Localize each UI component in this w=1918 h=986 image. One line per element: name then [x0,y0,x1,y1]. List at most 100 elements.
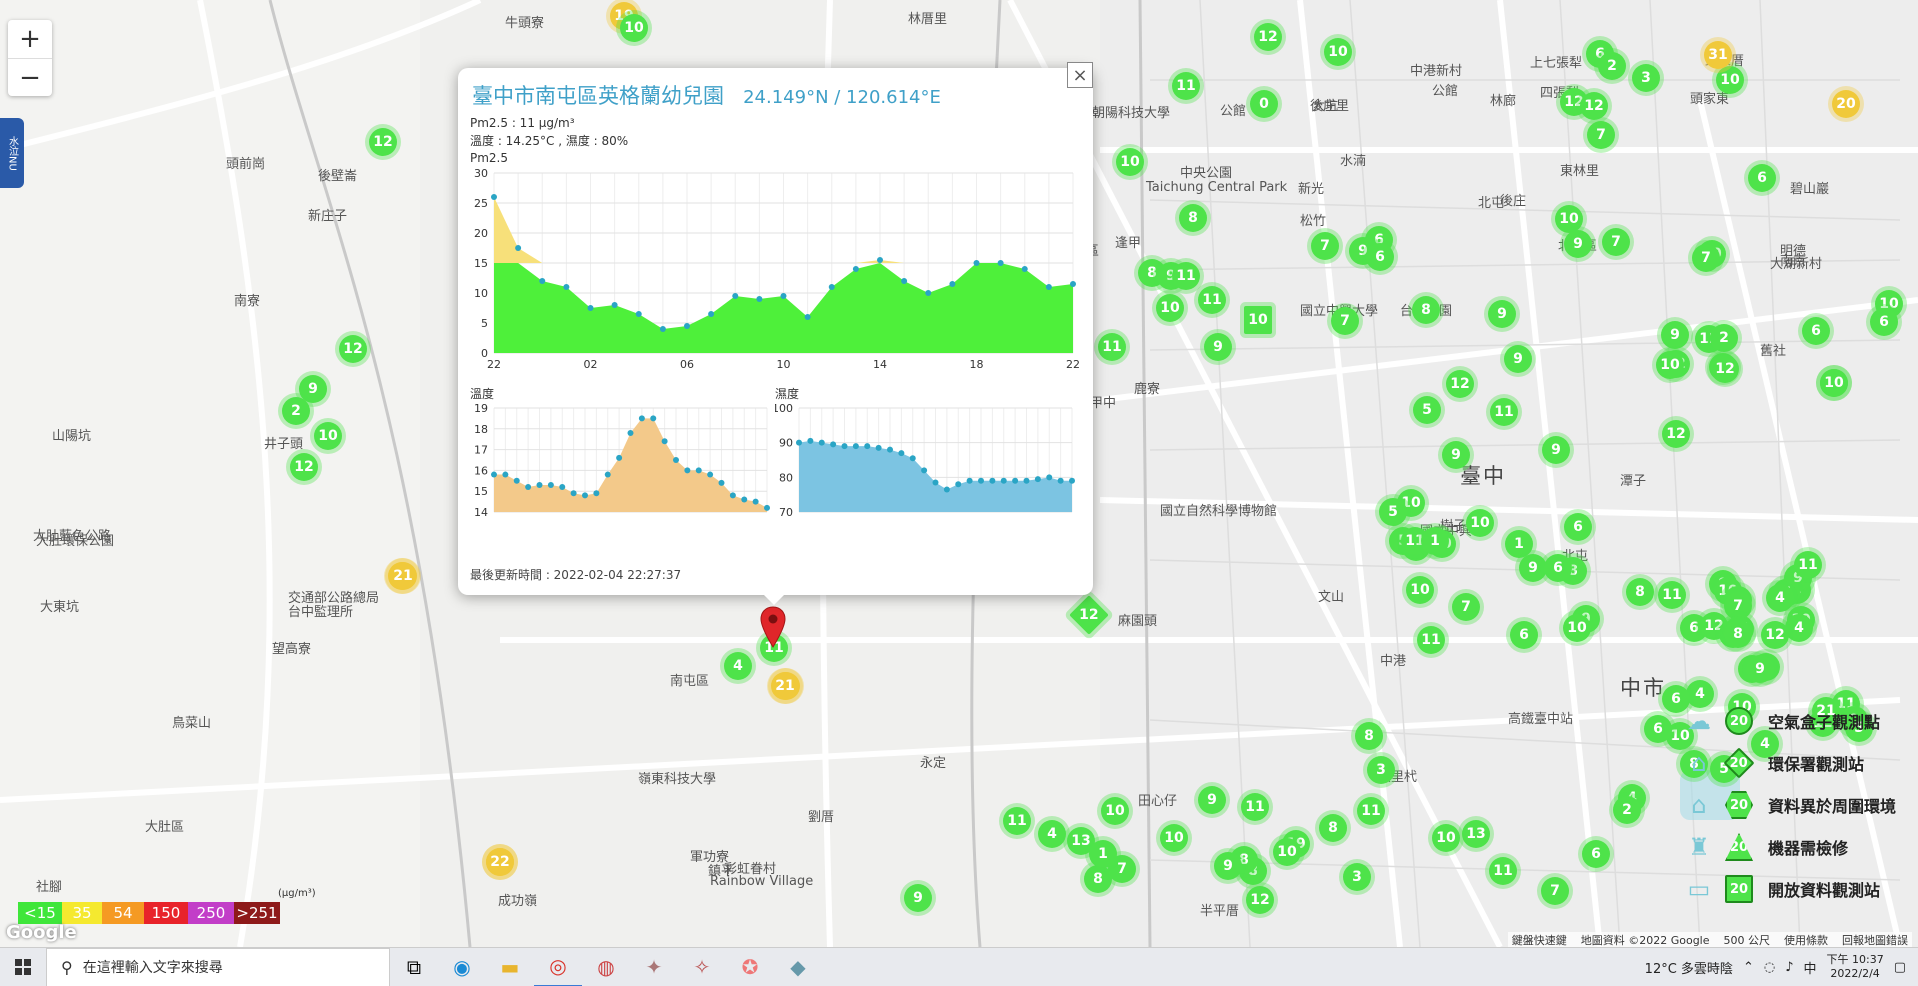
station-marker[interactable]: 10 [1160,824,1188,852]
station-marker[interactable]: 0 [1250,90,1278,118]
station-marker[interactable]: 11 [1417,626,1445,654]
station-marker[interactable]: 11 [1098,333,1126,361]
network-icon[interactable]: ◌ [1764,960,1775,975]
station-marker[interactable]: 7 [1541,877,1569,905]
zoom-in-button[interactable]: + [8,20,52,58]
station-marker[interactable]: 2 [1598,52,1626,80]
station-marker[interactable]: 8 [1412,296,1440,324]
station-marker[interactable]: 11 [1241,793,1269,821]
station-marker[interactable]: 10 [620,14,648,42]
station-marker[interactable]: 6 [1544,554,1572,582]
station-marker[interactable]: 1 [1089,840,1117,868]
station-marker[interactable]: 11 [1198,286,1226,314]
station-marker[interactable]: 4 [1038,820,1066,848]
station-marker[interactable]: 6 [1564,513,1592,541]
station-marker[interactable]: 9 [1746,655,1774,683]
station-marker[interactable]: 10 [1432,824,1460,852]
station-marker[interactable]: 9 [1214,852,1242,880]
station-marker[interactable]: 10 [1324,38,1352,66]
station-marker[interactable]: 9 [904,884,932,912]
ime-indicator[interactable]: 中 [1803,958,1816,977]
attribution-item[interactable]: 回報地圖錯誤 [1842,932,1908,947]
station-marker[interactable]: 10 [1244,306,1272,334]
station-marker[interactable]: 11 [1172,262,1200,290]
start-button[interactable] [0,948,46,986]
station-marker[interactable]: 10 [1563,614,1591,642]
station-marker[interactable]: 10 [1466,509,1494,537]
station-marker[interactable]: 8 [1724,620,1752,648]
station-marker[interactable]: 9 [1504,345,1532,373]
station-marker[interactable]: 10 [1273,838,1301,866]
app-icon-2[interactable]: ✦ [630,948,678,986]
station-marker[interactable]: 9 [1198,786,1226,814]
station-marker[interactable]: 3 [1632,64,1660,92]
station-marker[interactable]: 21 [771,672,799,700]
station-marker[interactable]: 8 [1355,722,1383,750]
station-marker[interactable]: 7 [1311,232,1339,260]
station-marker[interactable]: 9 [1542,436,1570,464]
station-marker[interactable]: 12 [339,335,367,363]
station-marker[interactable]: 22 [486,848,514,876]
location-pin-icon[interactable] [760,606,786,648]
close-button[interactable]: × [1067,62,1093,88]
station-marker[interactable]: 9 [1564,230,1592,258]
station-marker[interactable]: 7 [1602,228,1630,256]
station-marker[interactable]: 1 [1421,527,1449,555]
station-marker[interactable]: 10 [1656,351,1684,379]
chrome-icon[interactable]: ◎ [534,948,582,986]
station-marker[interactable]: 3 [1367,756,1395,784]
station-marker[interactable]: 5 [1379,498,1407,526]
station-marker[interactable]: 4 [1766,584,1794,612]
station-marker[interactable]: 9 [1488,300,1516,328]
volume-icon[interactable]: ♪ [1785,960,1793,975]
task-view-icon[interactable]: ⧉ [390,948,438,986]
station-marker[interactable]: 11 [1489,857,1517,885]
station-marker[interactable]: 8 [1179,204,1207,232]
tray-chevron-icon[interactable]: ⌃ [1743,960,1754,975]
station-marker[interactable]: 2 [1613,796,1641,824]
zoom-control[interactable]: + − [8,20,52,96]
notification-icon[interactable]: ▢ [1894,960,1906,975]
station-marker[interactable]: 10 [314,422,342,450]
station-marker[interactable]: 10 [1116,148,1144,176]
station-marker[interactable]: 8 [1626,578,1654,606]
station-marker[interactable]: 21 [389,562,417,590]
station-marker[interactable]: 12 [1761,621,1789,649]
station-marker[interactable]: 6 [1366,243,1394,271]
station-marker[interactable]: 9 [1442,441,1470,469]
station-marker[interactable]: 12 [1711,355,1739,383]
edge-icon[interactable]: ◉ [438,948,486,986]
station-marker[interactable]: 2 [282,397,310,425]
station-marker[interactable]: 10 [1555,205,1583,233]
station-marker[interactable]: 11 [1357,797,1385,825]
station-marker[interactable]: 6 [1582,840,1610,868]
station-marker[interactable]: 12 [1254,23,1282,51]
station-marker[interactable]: 10 [1406,576,1434,604]
station-marker[interactable]: 12 [1662,420,1690,448]
station-marker[interactable]: 11 [1794,551,1822,579]
app-icon-5[interactable]: ◆ [774,948,822,986]
app-icon-3[interactable]: ✧ [678,948,726,986]
station-marker[interactable]: 7 [1587,121,1615,149]
zoom-out-button[interactable]: − [8,58,52,96]
station-marker[interactable]: 13 [1462,820,1490,848]
app-icon-4[interactable]: ✪ [726,948,774,986]
clock[interactable]: 下午 10:37 2022/2/4 [1827,953,1884,981]
station-marker[interactable]: 3 [1343,863,1371,891]
station-marker[interactable]: 4 [1785,614,1813,642]
station-marker[interactable]: 10 [1716,66,1744,94]
side-panel-tab[interactable]: 水泣NU [0,118,24,188]
station-marker[interactable]: 20 [1832,90,1860,118]
station-marker[interactable]: 12 [1246,886,1274,914]
weather-widget[interactable]: 12°C 多雲時陰 [1645,958,1733,977]
taskbar-search[interactable]: ⚲ 在這裡輸入文字來搜尋 [46,947,390,986]
station-marker[interactable]: 12 [1580,92,1608,120]
station-marker[interactable]: 10 [1101,797,1129,825]
station-marker[interactable]: 11 [1003,807,1031,835]
station-marker[interactable]: 12 [1446,370,1474,398]
file-explorer-icon[interactable]: ▬ [486,948,534,986]
station-marker[interactable]: 5 [1413,396,1441,424]
attribution-item[interactable]: 使用條款 [1784,932,1828,947]
station-marker[interactable]: 10 [1156,294,1184,322]
station-marker[interactable]: 11 [1658,581,1686,609]
